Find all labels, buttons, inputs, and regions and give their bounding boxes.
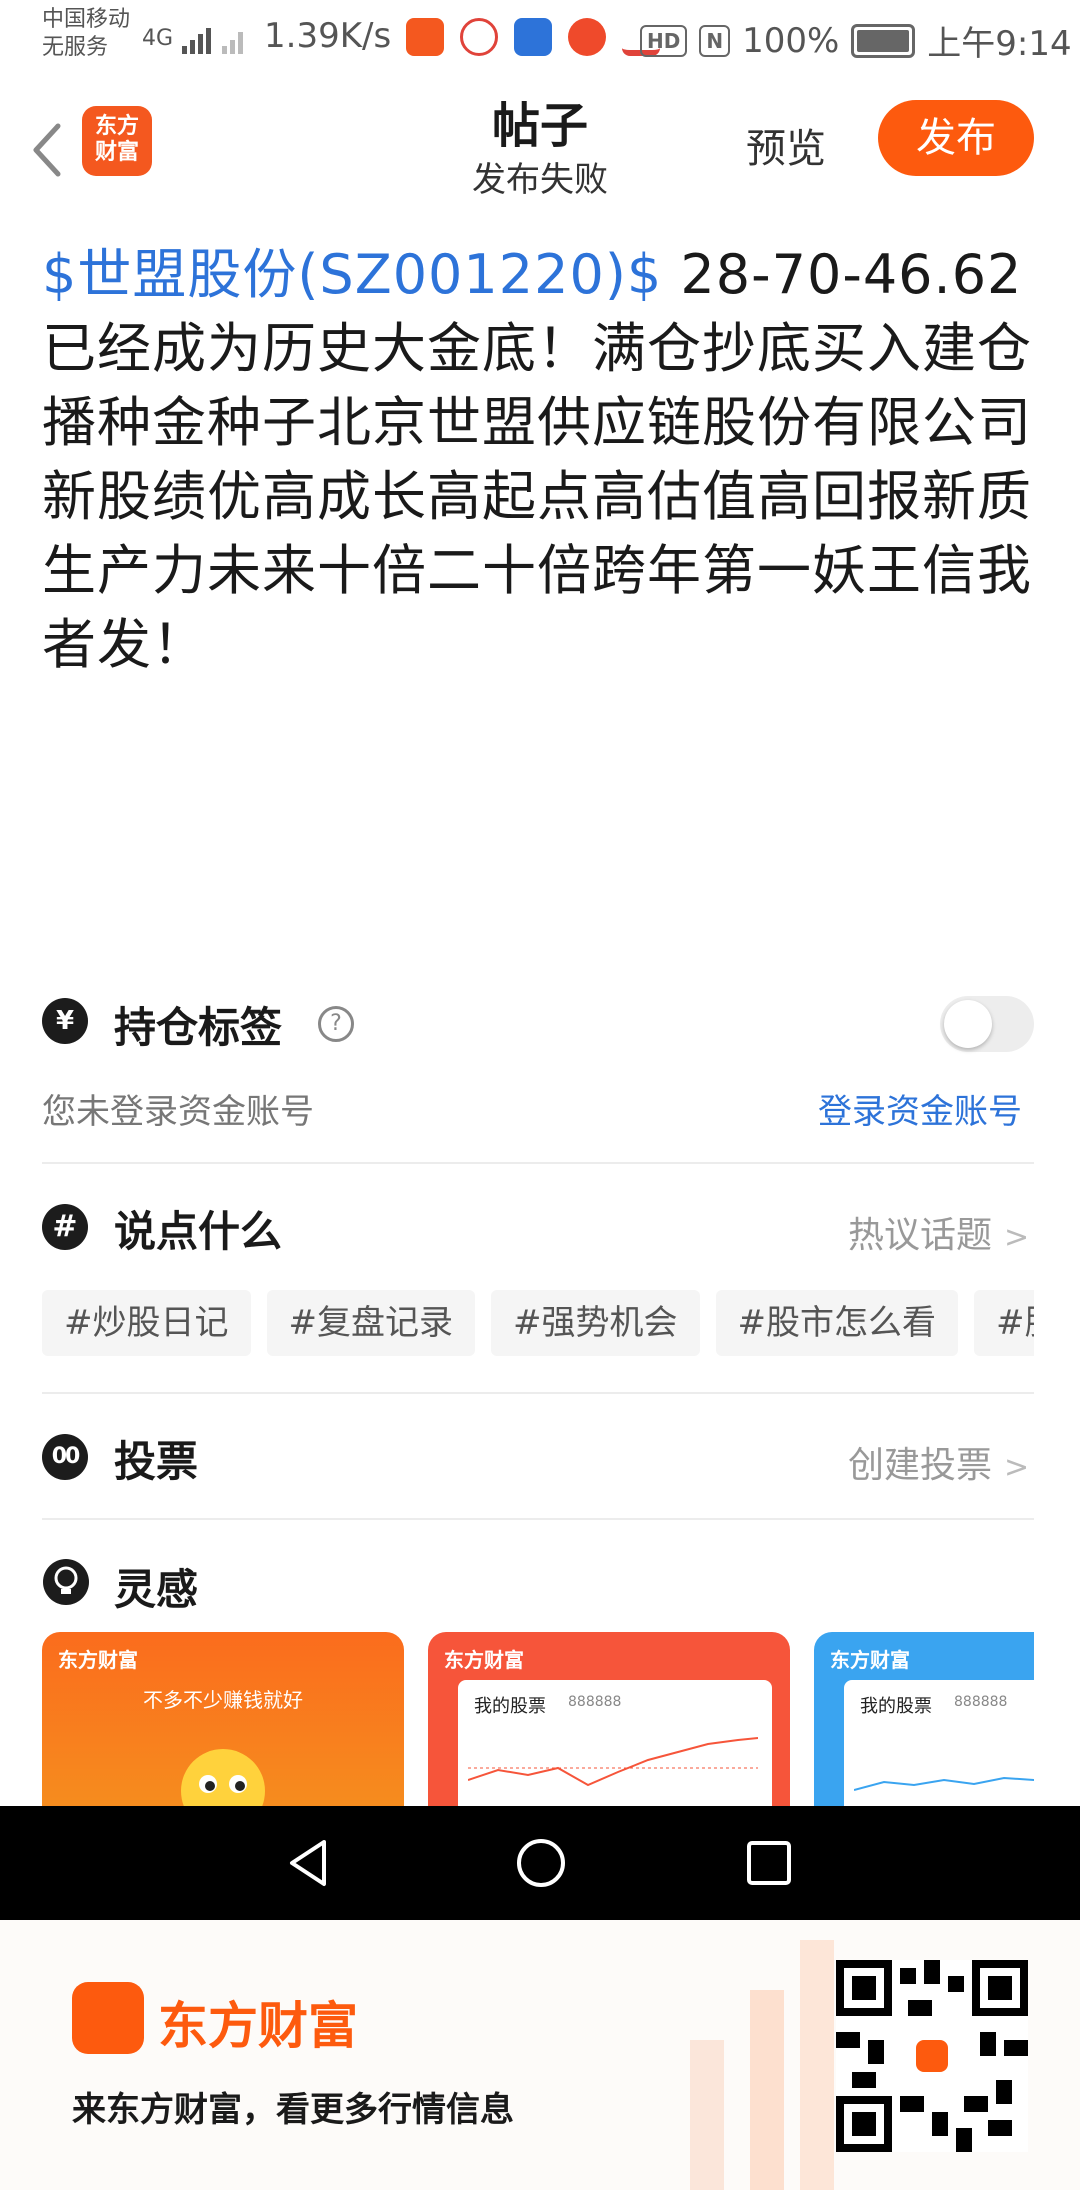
mini-line-chart xyxy=(854,1776,1034,1791)
clock: 上午9:14 xyxy=(927,24,1072,64)
stock-preview-panel: 我的股票 888888 xyxy=(458,1680,772,1806)
card-brand: 东方财富 xyxy=(444,1648,524,1672)
topic-tag[interactable]: #炒股日记 xyxy=(42,1290,251,1356)
topic-tag[interactable]: #股市怎么看 xyxy=(715,1290,958,1356)
hot-topics-label: 热议话题 xyxy=(848,1215,993,1256)
smiley-coin-icon xyxy=(181,1749,265,1806)
create-vote-label: 创建投票 xyxy=(848,1445,993,1486)
create-vote-link[interactable]: 创建投票 > xyxy=(848,1436,1029,1488)
banner-brand: 东方财富 xyxy=(158,1997,358,2055)
top-header: 东方 财富 帖子 发布失败 预览 发布 xyxy=(0,80,1080,210)
card-caption: 不多不少赚钱就好 xyxy=(143,1688,303,1712)
carrier-status: 无服务 xyxy=(42,35,109,60)
topics-title: 说点什么 xyxy=(114,1207,283,1256)
post-content[interactable]: $世盟股份(SZ001220)$ 28-70-46.62已经成为历史大金底！满仓… xyxy=(42,238,1042,682)
eastmoney-notify-icon xyxy=(406,18,444,56)
login-account-link[interactable]: 登录资金账号 xyxy=(818,1084,1022,1133)
chevron-right-icon: > xyxy=(1004,1450,1030,1485)
hashtag-icon: # xyxy=(42,1204,88,1250)
topic-tag[interactable]: #复盘记录 xyxy=(266,1290,475,1356)
inspiration-card[interactable]: 东方财富 我的股票 888888 xyxy=(428,1632,790,1806)
system-status: HD N 100% 上午9:14 xyxy=(640,16,1072,65)
eastmoney-logo-icon xyxy=(72,1982,144,2054)
holding-tag-toggle[interactable] xyxy=(940,996,1034,1052)
panel-title: 我的股票 xyxy=(860,1696,932,1717)
banner-slogan: 来东方财富，看更多行情信息 xyxy=(72,2090,514,2130)
panel-code: 888888 xyxy=(568,1694,622,1710)
taobao-notify-icon xyxy=(568,18,606,56)
status-bar: 中国移动 无服务 4G 1.39K/s HD N 100% 上午9:14 xyxy=(0,0,1080,72)
hot-topics-link[interactable]: 热议话题 > xyxy=(848,1206,1029,1258)
divider xyxy=(42,1392,1034,1394)
battery-percent: 100% xyxy=(742,20,840,61)
nav-back-icon[interactable] xyxy=(284,1838,334,1888)
card-brand: 东方财富 xyxy=(830,1648,910,1672)
topic-tag-list: #炒股日记 #复盘记录 #强势机会 #股市怎么看 #股 xyxy=(42,1290,1034,1356)
inspiration-card[interactable]: 东方财富 不多不少赚钱就好 xyxy=(42,1632,404,1806)
signal-icon: 4G xyxy=(142,22,250,56)
qr-code xyxy=(836,1960,1028,2152)
nav-home-icon[interactable] xyxy=(514,1836,568,1890)
divider xyxy=(42,1162,1034,1164)
preview-button[interactable]: 预览 xyxy=(746,116,826,174)
yen-icon: ¥ xyxy=(42,998,88,1044)
nfc-icon: N xyxy=(699,24,731,57)
notification-icons xyxy=(406,18,660,56)
inspiration-card[interactable]: 东方财富 我的股票 888888 xyxy=(814,1632,1034,1806)
card-brand: 东方财富 xyxy=(58,1648,138,1672)
carrier-name: 中国移动 xyxy=(42,7,131,32)
system-nav-bar xyxy=(0,1806,1080,1920)
hd-icon: HD xyxy=(640,24,688,57)
topic-tag[interactable]: #强势机会 xyxy=(491,1290,700,1356)
inspiration-card-list: 东方财富 不多不少赚钱就好 东方财富 我的股票 888888 东方财富 我的股票… xyxy=(42,1632,1034,1806)
post-body-text: 28-70-46.62已经成为历史大金底！满仓抄底买入建仓播种金种子北京世盟供应… xyxy=(42,243,1032,676)
promo-banner: 东方财富 来东方财富，看更多行情信息 xyxy=(0,1920,1080,2190)
battery-icon xyxy=(851,23,916,58)
carrier-info: 中国移动 无服务 xyxy=(42,6,130,62)
panel-title: 我的股票 xyxy=(474,1696,546,1717)
login-note: 您未登录资金账号 xyxy=(42,1092,314,1132)
divider xyxy=(42,1518,1034,1520)
network-type: 4G xyxy=(142,26,174,51)
stock-tag-link[interactable]: $世盟股份(SZ001220)$ xyxy=(42,243,662,306)
mini-line-chart xyxy=(468,1737,758,1787)
holding-tag-title: 持仓标签 xyxy=(114,1003,283,1052)
topic-tag[interactable]: #股 xyxy=(974,1290,1034,1356)
lightbulb-icon xyxy=(43,1559,89,1605)
shield-notify-icon xyxy=(514,18,552,56)
vote-title: 投票 xyxy=(114,1437,199,1486)
toggle-knob xyxy=(944,1000,992,1048)
chevron-right-icon: > xyxy=(1004,1220,1030,1255)
panel-code: 888888 xyxy=(954,1694,1008,1710)
help-icon[interactable]: ? xyxy=(318,1006,354,1042)
nav-recents-icon[interactable] xyxy=(744,1838,794,1888)
app-notify-icon xyxy=(460,18,498,56)
network-speed: 1.39K/s xyxy=(264,16,392,56)
vote-icon: 00 xyxy=(42,1434,88,1480)
inspiration-title: 灵感 xyxy=(114,1565,199,1614)
publish-button[interactable]: 发布 xyxy=(878,100,1034,176)
stock-preview-panel: 我的股票 888888 xyxy=(844,1680,1034,1806)
